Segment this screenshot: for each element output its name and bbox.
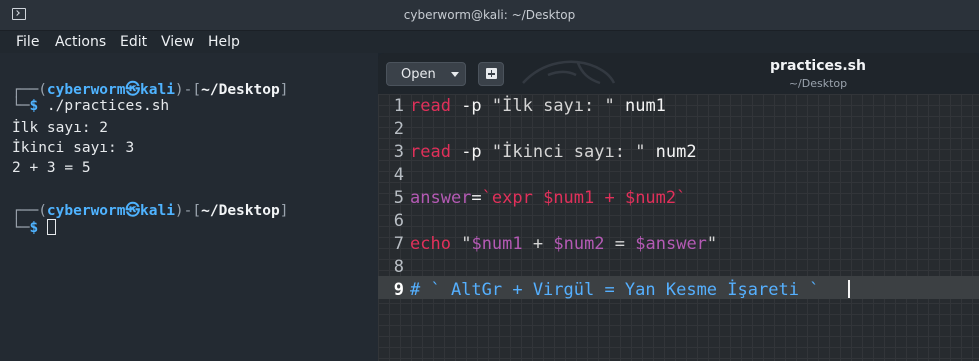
- prompt-line-top: ┌──(cyberworm㉿kali)-[~/Desktop]: [12, 82, 289, 98]
- command-text: ./practices.sh: [38, 98, 170, 114]
- new-document-icon: [486, 68, 497, 79]
- document-path: ~/Desktop: [788, 77, 848, 90]
- document-title: practices.sh: [770, 58, 866, 74]
- chevron-down-icon: [451, 72, 459, 77]
- menu-actions[interactable]: Actions: [55, 34, 106, 50]
- kali-dragon-watermark-icon: [522, 60, 616, 85]
- open-button[interactable]: Open: [386, 62, 466, 86]
- line-number: 2: [393, 119, 404, 139]
- menu-file[interactable]: File: [16, 34, 39, 50]
- code-line-3: read -p "İkinci sayı: " num2: [410, 142, 697, 162]
- terminal-output[interactable]: ┌──(cyberworm㉿kali)-[~/Desktop] └─$ ./pr…: [0, 53, 378, 361]
- menu-edit[interactable]: Edit: [120, 34, 147, 50]
- code-line-9: # ` AltGr + Virgül = Yan Kesme İşareti `: [410, 280, 820, 300]
- code-line-5: answer=`expr $num1 + $num2`: [410, 188, 687, 208]
- menu-help[interactable]: Help: [208, 34, 240, 50]
- line-number: 5: [393, 188, 404, 208]
- line-number: 7: [393, 234, 404, 254]
- code-editor[interactable]: 1 2 3 4 5 6 7 8 9 read -p "İlk sayı: " n…: [378, 94, 979, 361]
- output-line: İlk sayı: 2: [12, 120, 109, 136]
- text-cursor: [848, 280, 850, 298]
- line-number: 3: [393, 142, 404, 162]
- line-number: 4: [393, 165, 404, 185]
- line-number: 6: [393, 211, 404, 231]
- line-number-current: 9: [393, 280, 404, 300]
- output-line: 2 + 3 = 5: [12, 160, 91, 176]
- code-line-7: echo "$num1 + $num2 = $answer": [410, 234, 718, 254]
- new-document-button[interactable]: [478, 62, 504, 86]
- prompt-line-bottom: └─$: [12, 219, 56, 236]
- prompt-line-top: ┌──(cyberworm㉿kali)-[~/Desktop]: [12, 203, 289, 219]
- terminal-titlebar: cyberworm@kali: ~/Desktop: [0, 0, 979, 31]
- editor-headerbar: Open practices.sh ~/Desktop: [378, 53, 979, 94]
- line-number-gutter: 1 2 3 4 5 6 7 8 9: [378, 94, 406, 361]
- window-title: cyberworm@kali: ~/Desktop: [403, 8, 576, 22]
- code-line-1: read -p "İlk sayı: " num1: [410, 96, 666, 116]
- terminal-cursor: [46, 219, 56, 235]
- prompt-line-bottom: └─$ ./practices.sh: [12, 98, 170, 114]
- menu-view[interactable]: View: [161, 34, 194, 50]
- output-line: İkinci sayı: 3: [12, 140, 135, 156]
- line-number: 8: [393, 257, 404, 277]
- line-number: 1: [393, 96, 404, 116]
- open-button-label: Open: [401, 67, 436, 82]
- menubar: File Actions Edit View Help: [0, 31, 979, 53]
